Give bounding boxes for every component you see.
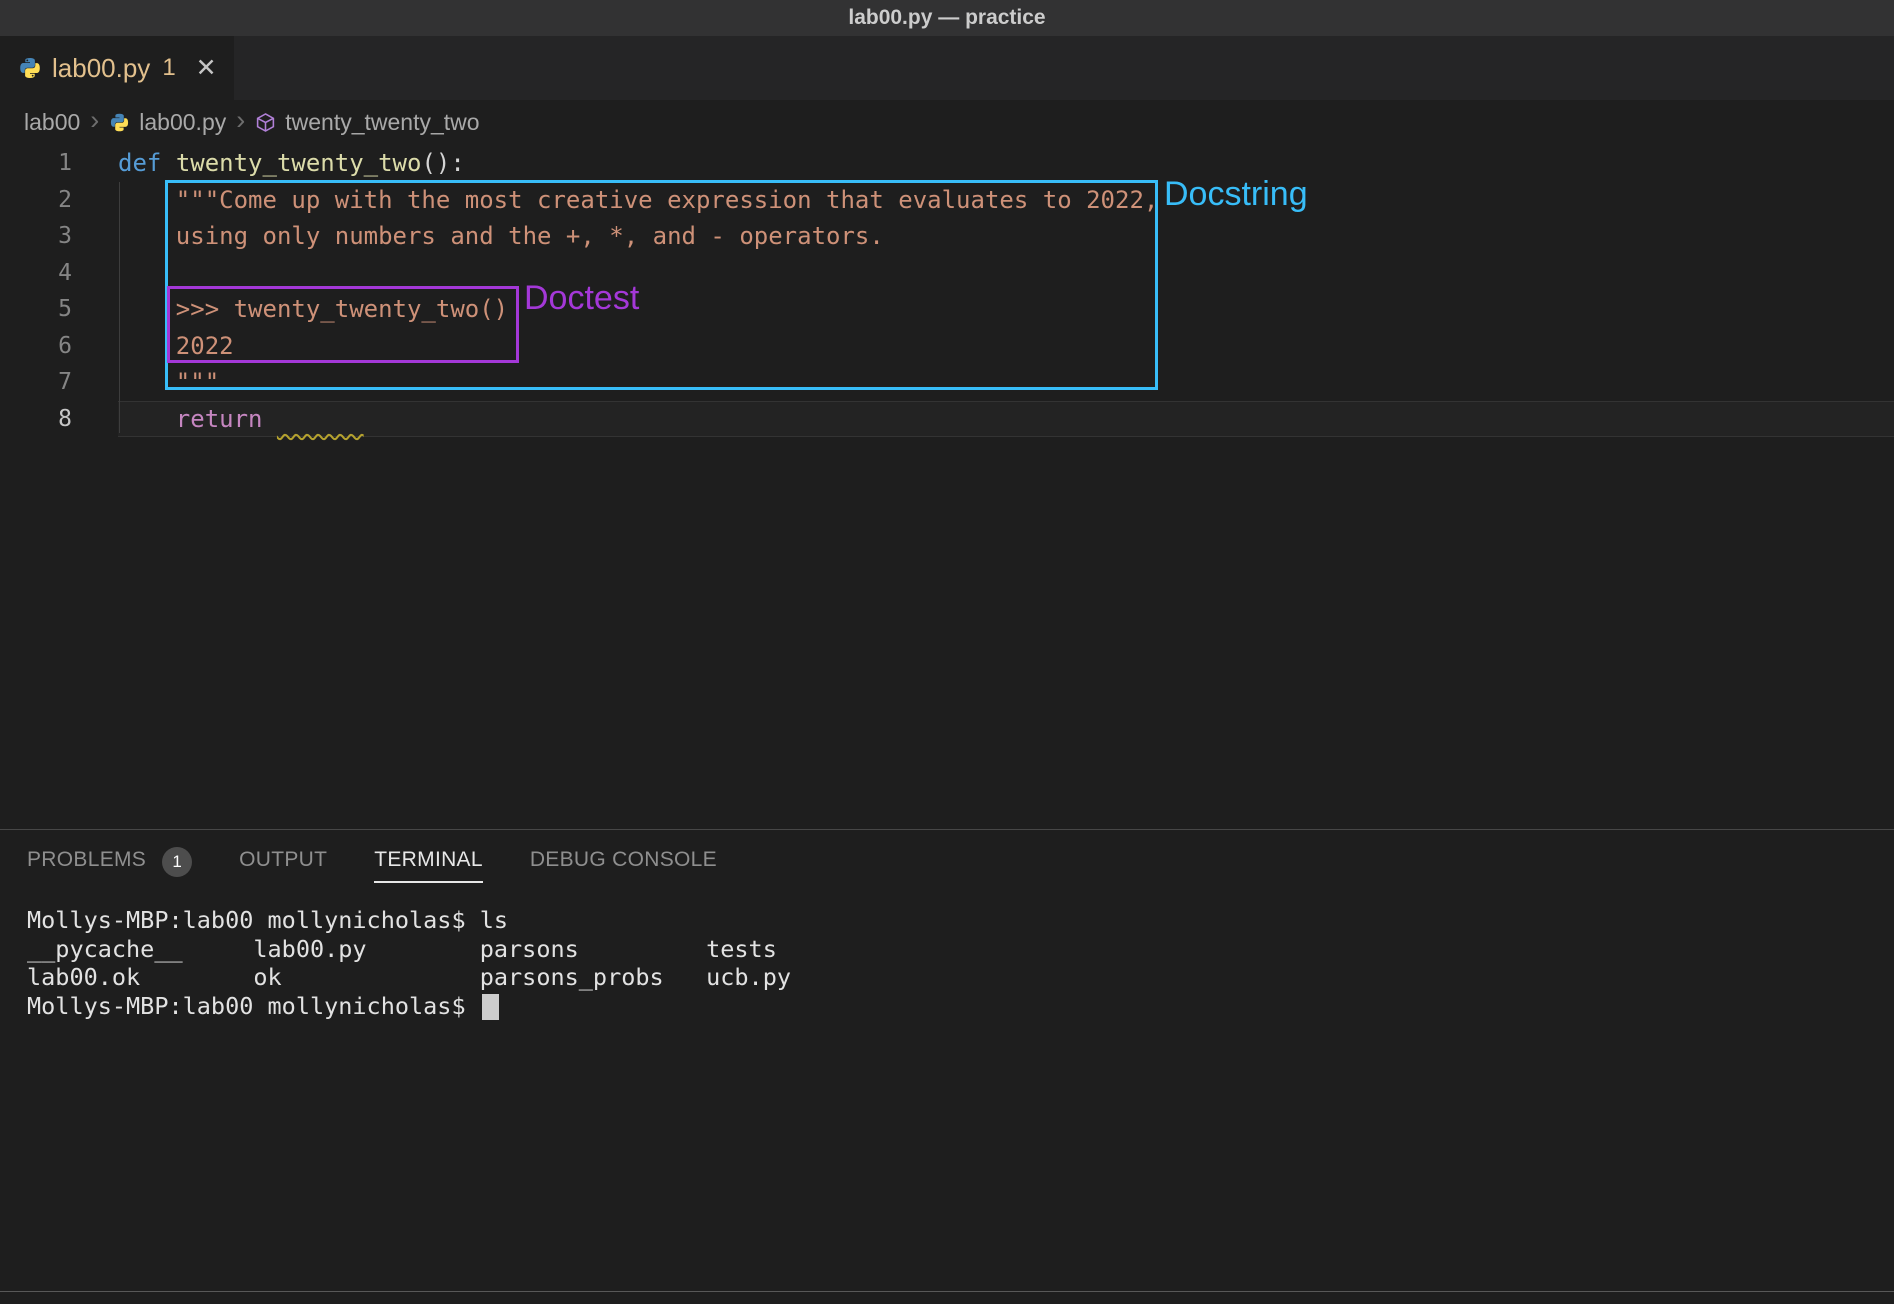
line-number: 4 [0,255,118,292]
line-number: 2 [0,182,118,219]
terminal-line: lab00.ok ok parsons_probs ucb.py [27,963,1894,992]
code-line[interactable]: >>> twenty_twenty_two() [118,291,1894,328]
code-token-plain [263,405,277,433]
code-editor[interactable]: 12345678 def twenty_twenty_two(): """Com… [0,145,1894,829]
line-number: 6 [0,328,118,365]
code-line[interactable]: using only numbers and the +, *, and - o… [118,218,1894,255]
terminal-output[interactable]: Mollys-MBP:lab00 mollynicholas$ ls__pyca… [0,900,1894,1291]
line-number: 5 [0,291,118,328]
code-lines: def twenty_twenty_two(): """Come up with… [118,145,1894,829]
close-icon[interactable]: ✕ [196,53,217,83]
line-number: 1 [0,145,118,182]
code-token-kw: def [118,149,161,177]
terminal-line: Mollys-MBP:lab00 mollynicholas$ ls [27,906,1894,935]
bottom-edge [0,1291,1894,1304]
terminal-line: __pycache__ lab00.py parsons tests [27,935,1894,964]
code-token-str: """ [118,368,219,396]
indent-guide [119,182,120,433]
python-icon [109,112,130,133]
symbol-cube-icon [255,112,276,133]
code-line[interactable] [118,255,1894,292]
tab-output[interactable]: OUTPUT [239,848,327,883]
code-line[interactable]: """Come up with the most creative expres… [118,182,1894,219]
vscode-window: lab00.py — practice lab00.py 1 ✕ lab00 ›… [0,0,1894,1304]
tab-modified-count: 1 [162,54,175,82]
editor-tab-bar: lab00.py 1 ✕ [0,36,1894,100]
tab-debug-console[interactable]: DEBUG CONSOLE [530,848,717,883]
tab-lab00-py[interactable]: lab00.py 1 ✕ [0,36,234,100]
gutter: 12345678 [0,145,118,829]
code-line[interactable]: return [118,401,1894,438]
line-number: 7 [0,364,118,401]
line-number: 3 [0,218,118,255]
terminal-cursor [482,994,499,1020]
tab-label: lab00.py [52,53,150,84]
tab-problems[interactable]: PROBLEMS 1 [27,847,192,883]
code-token-ctrl: return [118,405,263,433]
panel-tab-label: OUTPUT [239,848,327,883]
code-token-str: using only numbers and the +, *, and - o… [118,222,884,250]
breadcrumb-folder[interactable]: lab00 [24,109,80,136]
code-token-fn: twenty_twenty_two [176,149,422,177]
panel-tab-label: TERMINAL [374,848,483,883]
bottom-panel: PROBLEMS 1 OUTPUT TERMINAL DEBUG CONSOLE… [0,829,1894,1291]
window-title: lab00.py — practice [848,6,1045,30]
code-token-squiggle [277,405,364,433]
terminal-line: Mollys-MBP:lab00 mollynicholas$ [27,992,1894,1021]
chevron-right-icon: › [90,107,99,134]
titlebar: lab00.py — practice [0,0,1894,36]
panel-tab-label: PROBLEMS [27,848,146,883]
code-line[interactable]: """ [118,364,1894,401]
code-token-str: """Come up with the most creative expres… [118,186,1158,214]
code-token-str: >>> twenty_twenty_two() [118,295,508,323]
breadcrumb: lab00 › lab00.py › twenty_twenty_two [0,100,1894,145]
chevron-right-icon: › [236,107,245,134]
code-token-str: 2022 [118,332,234,360]
code-line[interactable]: 2022 [118,328,1894,365]
panel-tab-label: DEBUG CONSOLE [530,848,717,883]
code-token-plain [161,149,175,177]
problems-count-badge: 1 [162,847,192,877]
panel-tab-bar: PROBLEMS 1 OUTPUT TERMINAL DEBUG CONSOLE [0,830,1894,900]
breadcrumb-file[interactable]: lab00.py [139,109,226,136]
code-token-punct: (): [421,149,464,177]
line-number: 8 [0,401,118,438]
python-icon [18,56,42,80]
breadcrumb-symbol[interactable]: twenty_twenty_two [285,109,479,136]
tab-terminal[interactable]: TERMINAL [374,848,483,883]
code-line[interactable]: def twenty_twenty_two(): [118,145,1894,182]
